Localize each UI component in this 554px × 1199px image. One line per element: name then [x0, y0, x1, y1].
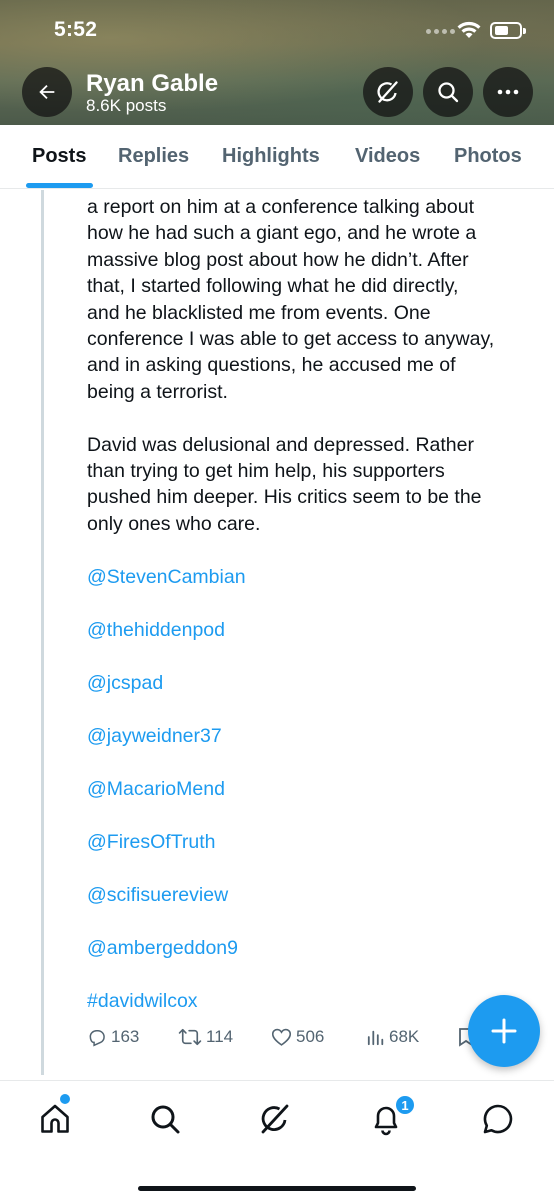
notification-badge: 1 — [394, 1094, 416, 1116]
profile-name: Ryan Gable — [86, 70, 219, 97]
nav-grok[interactable] — [255, 1099, 295, 1139]
grok-icon — [261, 1104, 289, 1134]
thread-connector-line — [41, 190, 44, 1075]
repost-icon — [178, 1028, 202, 1046]
nav-home[interactable] — [35, 1099, 75, 1139]
reply-button[interactable]: 163 — [87, 1027, 139, 1047]
post-text-line: only ones who care. — [87, 512, 261, 535]
search-icon — [438, 82, 459, 103]
grok-icon — [377, 81, 398, 103]
post-text-line: pushed him deeper. His critics seem to b… — [87, 486, 482, 509]
post-actions: 163 114 506 68K — [87, 1027, 527, 1053]
tab-posts[interactable]: Posts — [32, 145, 86, 168]
view-count: 68K — [389, 1027, 420, 1046]
tab-replies[interactable]: Replies — [118, 145, 189, 168]
mention-link[interactable]: @FiresOfTruth — [87, 829, 537, 855]
hashtag-link[interactable]: #davidwilcox — [87, 988, 537, 1014]
home-unread-dot — [60, 1094, 70, 1104]
like-button[interactable]: 506 — [271, 1027, 324, 1047]
tab-photos[interactable]: Photos — [454, 145, 522, 168]
post-text-line: massive blog post about how he didn’t. A… — [87, 248, 469, 271]
views-button[interactable]: 68K — [367, 1027, 419, 1047]
grok-button[interactable] — [363, 67, 413, 117]
status-time: 5:52 — [54, 18, 98, 41]
mention-link[interactable]: @jcspad — [87, 670, 537, 696]
post-text-line: a report on him at a conference talking … — [87, 196, 474, 218]
post-text-line: being a terrorist. — [87, 380, 228, 403]
post-text-line: than trying to get him help, his support… — [87, 460, 445, 483]
search-button[interactable] — [423, 67, 473, 117]
heart-icon — [271, 1028, 292, 1046]
post-paragraph: David was delusional and depressed. Rath… — [87, 432, 537, 538]
message-icon — [483, 1104, 513, 1134]
mention-link[interactable]: @MacarioMend — [87, 776, 537, 802]
mention-link[interactable]: @StevenCambian — [87, 564, 537, 590]
post-body: a report on him at a conference talking … — [87, 190, 537, 1014]
profile-tabs: Posts Replies Highlights Videos Photos — [0, 125, 554, 189]
mention-link[interactable]: @thehiddenpod — [87, 617, 537, 643]
tab-highlights[interactable]: Highlights — [222, 145, 320, 168]
active-tab-indicator — [26, 183, 93, 188]
post-text-line: and in asking questions, he accused me o… — [87, 354, 456, 377]
compose-post-button[interactable] — [468, 995, 540, 1067]
like-count: 506 — [296, 1027, 325, 1046]
post-text-line: conference I was able to get access to a… — [87, 328, 495, 351]
back-button[interactable] — [22, 67, 72, 117]
post-paragraph: a report on him at a conference talking … — [87, 194, 537, 405]
profile-posts-count: 8.6K posts — [86, 96, 167, 115]
tab-videos[interactable]: Videos — [355, 145, 420, 168]
profile-header: 5:52 Ryan Gable 8.6K posts — [0, 0, 554, 125]
bottom-navigation: 1 — [0, 1080, 554, 1199]
more-options-button[interactable] — [483, 67, 533, 117]
mention-link[interactable]: @scifisuereview — [87, 882, 537, 908]
mention-link[interactable]: @jayweidner37 — [87, 723, 537, 749]
plus-icon — [491, 1018, 517, 1044]
repost-count: 114 — [206, 1027, 234, 1046]
repost-button[interactable]: 114 — [178, 1027, 233, 1047]
post-text-line: David was delusional and depressed. Rath… — [87, 433, 474, 456]
mention-link[interactable]: @ambergeddon9 — [87, 935, 537, 961]
post-text-line: how he had such a giant ego, and he wrot… — [87, 222, 477, 245]
home-icon — [41, 1104, 69, 1133]
nav-search[interactable] — [145, 1099, 185, 1139]
post-text-line: that, I started following what he did di… — [87, 275, 459, 298]
nav-messages[interactable] — [478, 1099, 518, 1139]
wifi-icon — [457, 21, 481, 38]
reply-icon — [89, 1030, 105, 1047]
arrow-left-icon — [39, 84, 55, 100]
battery-icon — [490, 22, 526, 39]
views-icon — [367, 1030, 384, 1046]
search-icon — [151, 1105, 180, 1134]
post-text-line: and he blacklisted me from events. One — [87, 301, 431, 324]
reply-count: 163 — [111, 1027, 140, 1046]
cellular-signal-icon — [426, 29, 455, 34]
more-icon — [497, 89, 519, 95]
home-indicator — [138, 1186, 416, 1191]
